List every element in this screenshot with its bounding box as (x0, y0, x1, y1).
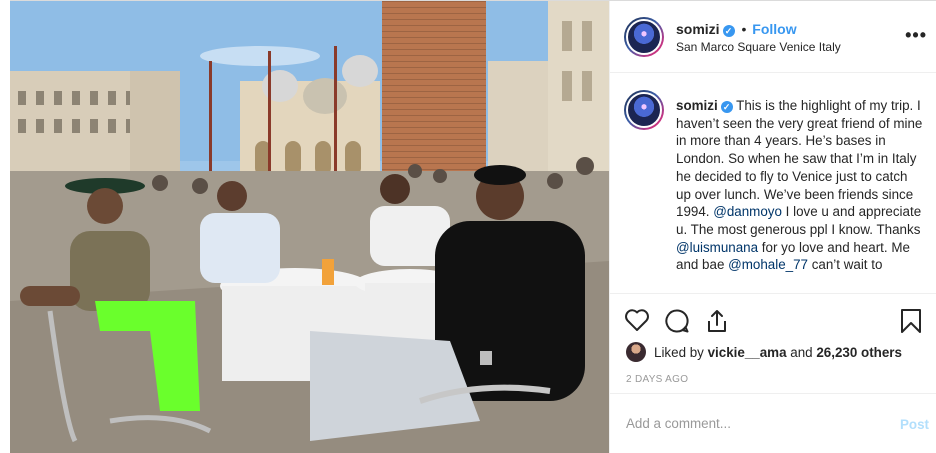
liker-username-link[interactable]: vickie__ama (708, 345, 787, 360)
liker-avatar[interactable] (626, 342, 646, 362)
instagram-post: somizi ✓ • Follow San Marco Square Venice… (10, 0, 936, 453)
heart-icon[interactable] (624, 308, 650, 332)
likes-summary: Liked by vickie__ama and 26,230 others (626, 342, 902, 362)
verified-badge-icon: ✓ (720, 101, 733, 113)
caption-text: somizi ✓ This is the highlight of my trip… (676, 97, 926, 274)
location-link[interactable]: San Marco Square Venice Italy (676, 40, 841, 54)
mention-danmoyo[interactable]: @danmoyo (713, 204, 782, 219)
mention-mohale[interactable]: @mohale_77 (728, 257, 808, 272)
caption-avatar[interactable] (624, 90, 664, 130)
follow-button[interactable]: Follow (752, 21, 796, 37)
likes-prefix: Liked by (654, 344, 704, 360)
separator-dot: • (741, 21, 747, 37)
likes-count-link[interactable]: 26,230 others (816, 345, 902, 360)
username-link[interactable]: somizi (676, 21, 720, 37)
post-side-panel: somizi ✓ • Follow San Marco Square Venice… (609, 1, 936, 453)
caption-username-link[interactable]: somizi (676, 98, 718, 113)
post-header: somizi ✓ • Follow San Marco Square Venice… (610, 1, 936, 73)
mention-luismunana[interactable]: @luismunana (676, 240, 758, 255)
more-options-icon[interactable]: ••• (905, 25, 927, 46)
header-username-row: somizi ✓ • Follow (676, 21, 797, 37)
action-bar: Liked by vickie__ama and 26,230 others 2… (610, 293, 936, 393)
bookmark-icon[interactable] (900, 308, 922, 334)
comment-box: Post (610, 393, 936, 453)
post-comment-button[interactable]: Post (900, 417, 929, 432)
caption-area: somizi ✓ This is the highlight of my trip… (610, 73, 936, 293)
avatar-image (626, 92, 662, 128)
post-photo[interactable] (10, 1, 609, 453)
likes-middle: and (790, 344, 813, 360)
share-icon[interactable] (704, 308, 730, 334)
photo-scene-icon (10, 1, 609, 453)
avatar-image (626, 19, 662, 55)
comment-icon[interactable] (664, 308, 690, 334)
caption-part-1: This is the highlight of my trip. I have… (676, 98, 923, 220)
comment-input[interactable] (626, 416, 876, 431)
caption-part-4: can’t wait to (807, 257, 883, 273)
profile-avatar[interactable] (624, 17, 664, 57)
post-date[interactable]: 2 DAYS AGO (626, 374, 688, 385)
verified-badge-icon: ✓ (722, 25, 735, 37)
